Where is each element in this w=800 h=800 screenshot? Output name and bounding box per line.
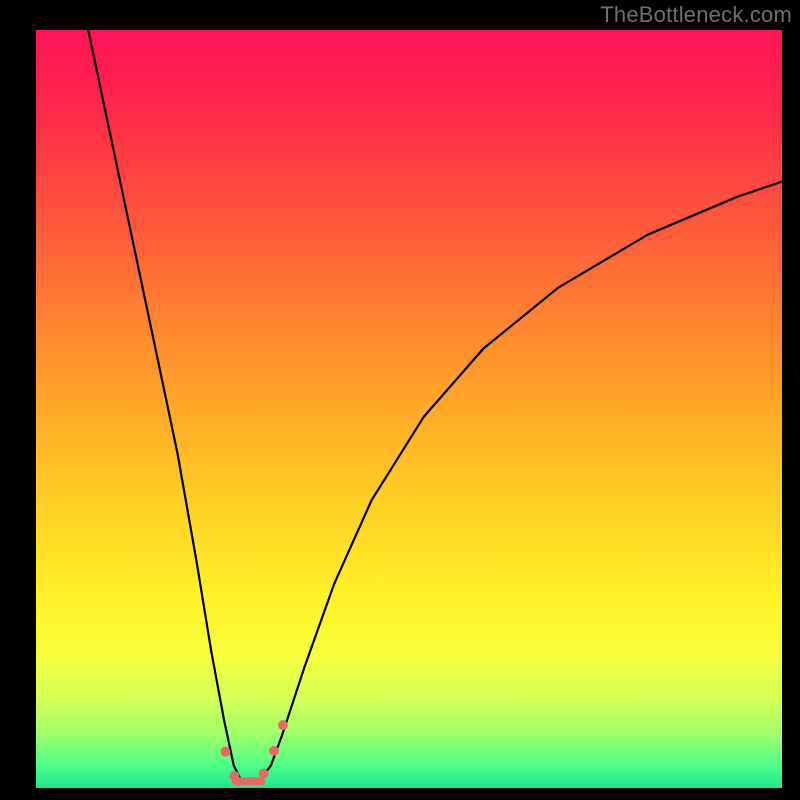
marker-dot [278,720,288,730]
bottleneck-curve [88,30,782,784]
marker-dot [229,771,239,781]
watermark-text: TheBottleneck.com [600,2,792,28]
marker-dot [259,769,269,779]
chart-plot-area [36,30,782,788]
marker-dot [221,747,231,757]
chart-svg [36,30,782,788]
chart-frame: TheBottleneck.com [0,0,800,800]
marker-dot [269,746,279,756]
